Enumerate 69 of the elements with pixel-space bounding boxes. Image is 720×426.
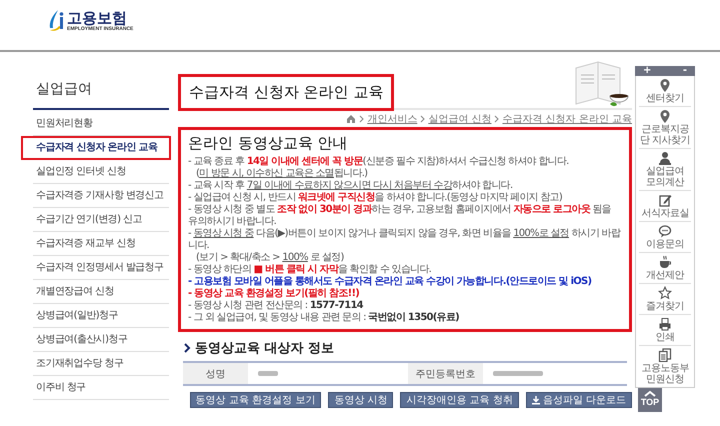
action-button[interactable]: 음성파일 다운로드 xyxy=(526,392,632,408)
logo-icon xyxy=(48,8,64,33)
quick-menu-item[interactable]: 센터찾기 xyxy=(639,76,691,107)
sidebar-item[interactable]: 조기재취업수당 청구 xyxy=(33,352,169,376)
sidebar-item[interactable]: 상병급여(출산시)청구 xyxy=(33,328,169,352)
sidebar-item[interactable]: 이주비 청구 xyxy=(33,376,169,400)
breadcrumb-link[interactable]: 실업급여 신청 xyxy=(428,112,492,126)
quick-menu-item[interactable]: 서식자료실 xyxy=(639,191,691,222)
notice-text: - 교육 종료 후 14일 이내에 센터에 꼭 방문(신분증 필수 지참)하셔서 수급신청 하셔야 합니다. xyxy=(188,156,570,168)
section-title: 동영상교육 대상자 정보 xyxy=(195,340,334,357)
notice-text: - 그 외 실업급여, 및 동영상 내용 관련 문의 : 국번없이 1350(유료) xyxy=(188,312,460,324)
quick-menu-item[interactable]: 인쇄 xyxy=(639,315,691,346)
person-icon xyxy=(658,151,672,165)
action-button[interactable]: 동영상 교육 환경설정 보기 xyxy=(190,392,322,408)
redacted-value-drawing xyxy=(258,369,278,378)
sidebar-item[interactable]: 수급자격증 기재사항 변경신고 xyxy=(33,184,169,208)
notice-text: - 교육 시작 후 7일 이내에 수료하지 않으시면 다시 처음부터 수강하셔야 합니다. xyxy=(188,180,514,192)
notice-text: - 동영상 시청 중 다음(▶)버튼이 보이지 않거나 클릭되지 않을 경우, 화면 비율을 100%로 설정 하시기 바랍니다. xyxy=(188,228,622,252)
notice-text: - 동영상 시청 중 별도 조작 없이 30분이 경과하는 경우, 고용보험 홈페이지에서 자동으로 로그아웃 됨을 유의하시기 바랍니다. xyxy=(188,204,612,228)
zoom-out-button[interactable]: - xyxy=(680,66,689,76)
printer-icon xyxy=(658,317,672,331)
chevron-icon xyxy=(359,115,364,123)
caret-icon xyxy=(644,390,656,397)
chevron-icon xyxy=(420,115,426,123)
sidebar-item[interactable]: 실업인정 인터넷 신청 xyxy=(33,160,169,184)
star-icon xyxy=(658,286,672,300)
sidebar-item[interactable]: 수급자격 신청자 온라인 교육 xyxy=(21,136,171,160)
chevron-icon xyxy=(183,342,191,354)
coffee-cup-icon xyxy=(658,255,672,269)
field-label: 성명 xyxy=(183,362,248,385)
notice-text: - 실업급여 신청 시, 반드시 워크넷에 구직신청을 하셔야 합니다.(동영상 마지막 페이지 참고) xyxy=(188,192,564,204)
quick-menu-item[interactable]: 고용노동부 민원신청 xyxy=(639,346,691,387)
sidebar-item[interactable]: 민원처리현황 xyxy=(33,112,169,136)
quick-menu-item[interactable]: 근로복지공단 지사찾기 xyxy=(639,107,691,149)
logo-text[interactable]: 고용보험 xyxy=(67,10,134,26)
home-icon xyxy=(346,114,356,124)
documents-icon xyxy=(658,348,672,362)
field-label: 주민등록번호 xyxy=(408,362,483,385)
notice-text: - 동영상 교육 환경설정 보기(필히 참조!!) xyxy=(188,288,360,300)
sidebar-item[interactable]: 수급자격 인정명세서 발급청구 xyxy=(33,256,169,280)
chat-bubble-icon xyxy=(658,224,672,238)
notice-text: - 동영상 시청 관련 전산문의 : 1577-7114 xyxy=(188,300,364,312)
chevron-icon xyxy=(494,115,500,123)
notice-text: - 고용보험 모바일 어플을 통해서도 수급자격 온라인 교육 수강이 가능합니다.(안드로이드 및 iOS) xyxy=(188,276,592,288)
notice-text: - 동영상 하단의 ■ 버튼 클릭 시 자막을 확인할 수 있습니다. xyxy=(188,264,432,276)
breadcrumb-link[interactable]: 수급자격 신청자 온라인 교육 xyxy=(502,112,632,126)
quick-menu-item[interactable]: 이용문의 xyxy=(639,222,691,253)
sidebar-item[interactable]: 개별연장급여 신청 xyxy=(33,280,169,304)
breadcrumb-link[interactable]: 개인서비스 xyxy=(367,112,418,126)
sidebar-item[interactable]: 수급자격증 재교부 신청 xyxy=(33,232,169,256)
top-button[interactable]: TOP xyxy=(638,388,662,412)
quick-menu-item[interactable]: 즐겨찾기 xyxy=(639,284,691,315)
map-pin-icon xyxy=(658,78,672,92)
notice-title: 온라인 동영상교육 안내 xyxy=(188,134,349,153)
notice-text: (보기 > 확대/축소 > 100% 로 설정) xyxy=(195,252,345,264)
action-button[interactable]: 동영상 시청 xyxy=(328,392,394,408)
zoom-in-button[interactable]: + xyxy=(641,66,654,76)
download-icon xyxy=(532,396,540,404)
page-title: 수급자격 신청자 온라인 교육 xyxy=(178,74,394,111)
sidebar-item[interactable]: 수급기간 연기(변경) 신고 xyxy=(33,208,169,232)
quick-menu-item[interactable]: 개선제안 xyxy=(639,253,691,284)
notice-text: (미 방문 시, 이수하신 교육은 소멸됩니다.) xyxy=(195,168,368,180)
sidebar-title: 실업급여 xyxy=(33,52,169,110)
quick-menu-item[interactable]: 실업급여 모의계산 xyxy=(639,149,691,191)
redacted-value-drawing xyxy=(493,369,543,378)
action-button[interactable]: 시각장애인용 교육 청취 xyxy=(400,392,519,408)
edit-icon xyxy=(658,193,672,207)
map-pin-icon xyxy=(658,109,672,123)
sidebar-item[interactable]: 상병급여(일반)청구 xyxy=(33,304,169,328)
